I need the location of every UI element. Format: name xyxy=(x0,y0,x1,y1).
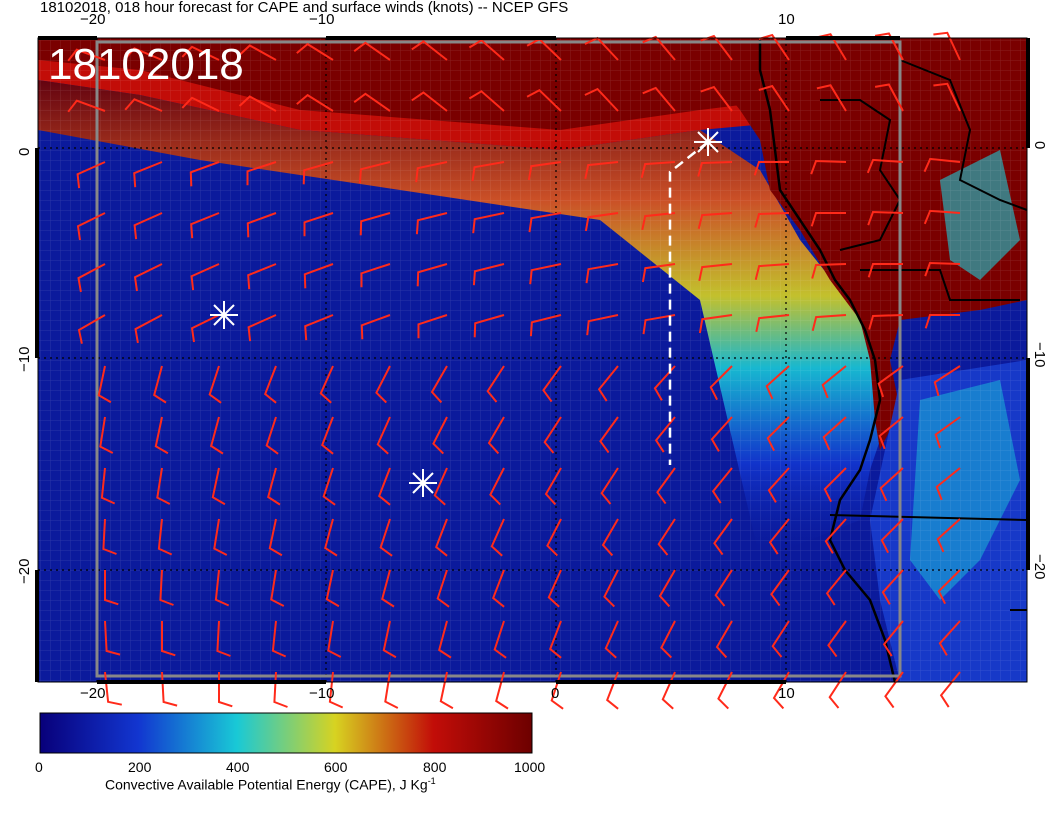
lon-tick-label: 10 xyxy=(778,685,795,702)
colorbar-tick-label: 0 xyxy=(35,759,43,775)
asterisk-marker xyxy=(409,469,437,497)
colorbar xyxy=(39,712,533,754)
date-stamp: 18102018 xyxy=(48,40,244,89)
border-strip xyxy=(1026,358,1030,570)
colorbar-title: Convective Available Potential Energy (C… xyxy=(105,776,436,793)
border-strip xyxy=(35,570,39,682)
lon-tick-label: −20 xyxy=(80,11,106,28)
lon-tick-label: −10 xyxy=(309,685,335,702)
colorbar-tick-label: 1000 xyxy=(514,759,546,775)
colorbar-tick-label: 200 xyxy=(128,759,152,775)
colorbar-tick-label: 400 xyxy=(226,759,250,775)
border-strip xyxy=(97,680,326,684)
lat-tick-label: −20 xyxy=(16,558,33,584)
map-canvas xyxy=(35,31,1030,754)
lat-tick-label: −10 xyxy=(16,346,33,372)
border-strip xyxy=(1026,38,1030,148)
lon-tick-label: −10 xyxy=(309,11,335,28)
colorbar-tick-label: 600 xyxy=(324,759,348,775)
asterisk-marker xyxy=(694,128,722,156)
lat-tick-label: 0 xyxy=(16,147,33,156)
border-strip xyxy=(556,680,786,684)
lon-tick-label: 0 xyxy=(551,685,560,702)
asterisk-marker xyxy=(210,301,238,329)
lat-tick-label: −20 xyxy=(1031,554,1048,580)
lon-tick-label: 10 xyxy=(778,11,795,28)
border-strip xyxy=(35,148,39,358)
border-strip xyxy=(326,36,556,40)
lat-tick-label: 0 xyxy=(1031,141,1048,150)
colorbar-tick-label: 800 xyxy=(423,759,447,775)
model-grid xyxy=(38,38,1027,682)
border-strip xyxy=(786,36,900,40)
lon-tick-label: −20 xyxy=(80,685,106,702)
lat-tick-label: −10 xyxy=(1031,342,1048,368)
